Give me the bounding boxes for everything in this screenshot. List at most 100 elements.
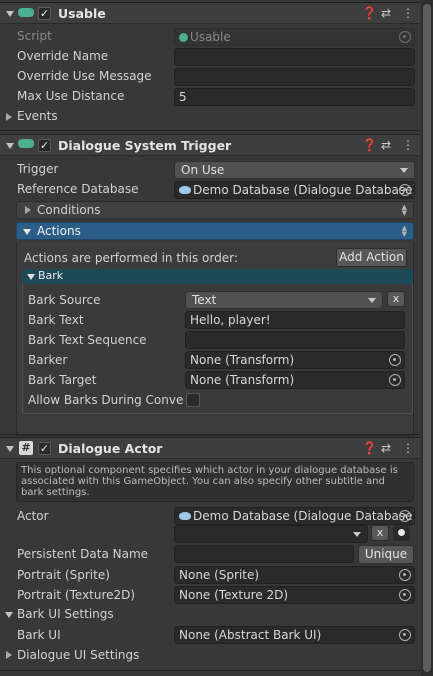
portrait-sprite-field[interactable]: None (Sprite) [174,566,415,584]
barker-field[interactable]: None (Transform) [185,351,405,369]
barker-label: Barker [28,353,68,367]
presets-icon[interactable]: ⇄ [381,138,391,152]
kebab-menu-icon[interactable]: ⋮ [402,6,414,20]
bark-target-field[interactable]: None (Transform) [185,371,405,389]
actor-record-icon[interactable] [393,525,410,541]
help-icon[interactable]: ❓ [362,441,377,455]
usable-header[interactable]: ✓ Usable ❓ ⇄ ⋮ [0,2,420,24]
object-picker-icon[interactable] [389,374,401,386]
trigger-enabled-checkbox[interactable]: ✓ [38,139,51,152]
database-icon [179,186,191,194]
foldout-arrow-icon[interactable] [6,143,14,149]
actions-foldout[interactable]: Actions ▲ ▼ [16,222,414,240]
dropdown-arrow-icon [400,168,408,173]
actor-database-field[interactable]: Demo Database (Dialogue Database) [174,507,415,525]
usable-title: Usable [58,6,106,21]
script-field: Usable [174,28,415,46]
actor-select-dropdown[interactable] [174,525,368,543]
reference-database-label: Reference Database [17,182,139,196]
bark-ui-label: Bark UI [17,628,61,642]
max-use-distance-input[interactable]: 5 [174,88,415,106]
portrait-texture-label: Portrait (Texture2D) [17,588,136,602]
clear-actor-button[interactable]: x [371,525,389,541]
usable-component-icon [18,8,34,17]
dropdown-arrow-icon [353,532,361,537]
bark-text-sequence-label: Bark Text Sequence [28,333,147,347]
add-action-button[interactable]: Add Action [336,248,407,267]
bark-source-dropdown[interactable]: Text [185,291,383,309]
divider [0,130,420,131]
remove-bark-button[interactable]: x [387,291,405,307]
reorder-icon: ▲ ▼ [401,224,407,238]
actor-enabled-checkbox[interactable]: ✓ [38,442,51,455]
scrollbar-thumb[interactable] [423,4,431,672]
reorder-icon: ▲ ▼ [401,203,407,217]
trigger-header[interactable]: ✓ Dialogue System Trigger ❓ ⇄ ⋮ [0,134,420,156]
script-value: Usable [190,30,231,44]
override-use-message-input[interactable] [174,68,415,86]
actor-title: Dialogue Actor [58,441,163,456]
override-name-label: Override Name [17,49,109,63]
bark-header-label: Bark [38,269,64,282]
usable-enabled-checkbox[interactable]: ✓ [38,7,51,20]
actor-label: Actor [17,509,49,523]
object-picker-icon[interactable] [399,589,411,601]
actor-header[interactable]: # ✓ Dialogue Actor ❓ ⇄ ⋮ [0,437,420,459]
persistent-data-name-label: Persistent Data Name [17,547,149,561]
barker-value: None (Transform) [190,353,295,367]
allow-barks-checkbox[interactable] [186,393,200,407]
actor-database-value: Demo Database (Dialogue Database) [193,509,415,523]
object-picker-icon [399,31,411,43]
foldout-arrow-icon[interactable] [6,11,14,17]
bark-ui-field[interactable]: None (Abstract Bark UI) [174,626,415,644]
object-picker-icon[interactable] [399,510,411,522]
bark-header[interactable]: Bark [22,269,413,284]
help-icon[interactable]: ❓ [362,6,377,20]
foldout-arrow-icon[interactable] [6,446,14,452]
persistent-data-name-input[interactable] [174,545,354,563]
bark-ui-settings-arrow-icon[interactable] [5,612,13,618]
bark-ui-value: None (Abstract Bark UI) [179,628,322,642]
dropdown-arrow-icon [368,298,376,303]
dialogue-ui-settings-foldout[interactable]: Dialogue UI Settings [17,648,139,662]
bark-text-sequence-input[interactable] [185,331,405,349]
trigger-dropdown-value: On Use [181,163,225,177]
presets-icon[interactable]: ⇄ [381,441,391,455]
bark-text-input[interactable]: Hello, player! [185,311,405,329]
trigger-dropdown[interactable]: On Use [174,161,415,179]
bark-source-label: Bark Source [28,293,101,307]
bark-arrow-icon [27,274,35,280]
bark-target-value: None (Transform) [190,373,295,387]
conditions-foldout[interactable]: Conditions ▲ ▼ [16,201,414,219]
events-foldout[interactable]: Events [17,109,58,123]
actor-help-box: This optional component specifies which … [16,462,414,502]
conditions-arrow-icon [25,206,31,214]
reference-database-field[interactable]: Demo Database (Dialogue Database) [174,181,415,199]
object-picker-icon[interactable] [399,184,411,196]
trigger-title: Dialogue System Trigger [58,138,232,153]
events-foldout-icon[interactable] [6,113,12,121]
portrait-sprite-label: Portrait (Sprite) [17,568,110,582]
reference-database-value: Demo Database (Dialogue Database) [193,183,415,197]
actions-arrow-icon [23,229,31,235]
object-picker-icon[interactable] [389,354,401,366]
object-picker-icon[interactable] [399,569,411,581]
database-icon [179,512,191,520]
override-name-input[interactable] [174,48,415,66]
kebab-menu-icon[interactable]: ⋮ [402,441,414,455]
kebab-menu-icon[interactable]: ⋮ [402,138,414,152]
bark-text-label: Bark Text [28,313,84,327]
dialogue-ui-settings-arrow-icon[interactable] [6,651,12,659]
divider [0,670,420,671]
portrait-texture-field[interactable]: None (Texture 2D) [174,586,415,604]
max-use-distance-label: Max Use Distance [17,89,125,103]
help-icon[interactable]: ❓ [362,138,377,152]
divider [0,434,420,435]
trigger-label: Trigger [17,162,59,176]
presets-icon[interactable]: ⇄ [381,6,391,20]
bark-ui-settings-foldout[interactable]: Bark UI Settings [17,607,114,621]
allow-barks-label: Allow Barks During Convers [28,393,184,407]
script-label: Script [17,29,52,43]
unique-button[interactable]: Unique [358,545,414,564]
object-picker-icon[interactable] [399,629,411,641]
